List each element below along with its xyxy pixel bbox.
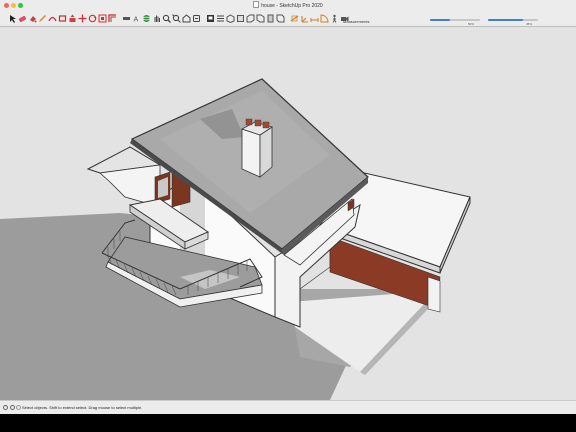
walk-tool[interactable] [330,14,339,23]
orbit-icon [142,15,151,22]
scale-icon [98,14,107,23]
screen-bottom-border [0,414,576,432]
warehouse-icon [182,14,191,23]
rectangle-tool[interactable] [58,14,67,23]
front-view-button[interactable] [246,14,255,23]
front-view-icon [246,14,255,23]
line-tool[interactable] [38,14,47,23]
back-view-icon [267,14,274,23]
measurements-label: Measurements [343,19,370,24]
tape-measure-tool[interactable] [122,14,131,23]
slider-1-value: 50% [468,22,475,26]
tape-measure-icon [123,17,130,20]
carport-post [427,276,441,313]
arrow-icon [10,15,16,23]
axes-icon [301,16,308,23]
zoom-tool[interactable] [162,14,171,23]
top-view-button[interactable] [236,14,245,23]
top-view-icon [237,15,244,22]
text-tool[interactable]: A [132,14,141,24]
rotate-tool[interactable] [88,14,97,23]
eraser-icon [18,15,27,23]
outliner-icon [217,15,224,22]
protractor-tool[interactable] [320,14,329,23]
arc-icon [48,16,57,22]
chimney-pot-1 [245,118,253,126]
modeling-viewport[interactable] [0,27,576,400]
move-tool[interactable] [78,14,87,23]
layout-icon [207,15,214,22]
arc-tool[interactable] [48,14,57,23]
pan-tool[interactable] [152,14,161,23]
paint-bucket-icon [30,16,37,23]
status-bar: Select objects. Shift to extend select. … [0,400,576,415]
text-icon: A [134,17,139,24]
status-text: Select objects. Shift to extend select. … [22,405,143,410]
section-plane-tool[interactable] [290,14,299,23]
paint-bucket-tool[interactable] [28,14,37,23]
chimney-front [241,128,261,178]
model-canvas[interactable] [0,27,576,400]
layout-button[interactable] [206,14,215,23]
offset-tool[interactable] [108,14,117,23]
section-plane-icon [290,15,299,22]
extension-warehouse-button[interactable] [192,14,201,23]
left-view-button[interactable] [276,14,285,23]
select-tool[interactable] [8,14,17,23]
zoom-extents-icon [172,14,181,23]
iso-view-icon [226,14,235,23]
document-icon [253,1,260,8]
protractor-icon [320,14,329,23]
orbit-tool[interactable] [142,14,151,23]
window-title-text: house - SketchUp Pro 2020 [261,3,323,9]
rectangle-icon [58,15,67,22]
top-toolbar: house - SketchUp Pro 2020 A Measurements… [0,0,576,30]
pencil-icon [39,15,46,22]
axes-tool[interactable] [300,14,309,23]
window-title: house - SketchUp Pro 2020 [0,1,576,10]
extension-icon [193,15,200,22]
dimension-tool[interactable] [310,14,319,23]
credits-icon[interactable] [10,405,15,410]
offset-icon [108,14,116,22]
walk-icon [332,14,337,23]
iso-view-button[interactable] [226,14,235,23]
slider-2-fill [488,19,523,21]
dimension-icon [310,18,319,22]
eraser-tool[interactable] [18,14,27,23]
push-pull-icon [69,14,76,22]
chimney-pot-3 [262,121,270,129]
push-pull-tool[interactable] [68,14,77,23]
outliner-button[interactable] [216,14,225,23]
back-view-button[interactable] [266,14,275,23]
warehouse-button[interactable] [182,14,191,23]
slider-1-fill [430,19,450,21]
magnifier-icon [162,14,171,23]
zoom-extents-tool[interactable] [172,14,181,23]
chimney-pot-2 [254,119,262,127]
svg-text:A: A [134,17,139,24]
rotate-icon [88,14,97,23]
info-icon[interactable] [3,405,8,410]
scale-tool[interactable] [98,14,107,23]
left-view-icon [276,14,285,23]
move-icon [78,14,87,23]
right-view-button[interactable] [256,14,265,23]
help-icon[interactable] [16,405,21,410]
right-view-icon [256,14,265,23]
hand-icon [154,15,160,22]
